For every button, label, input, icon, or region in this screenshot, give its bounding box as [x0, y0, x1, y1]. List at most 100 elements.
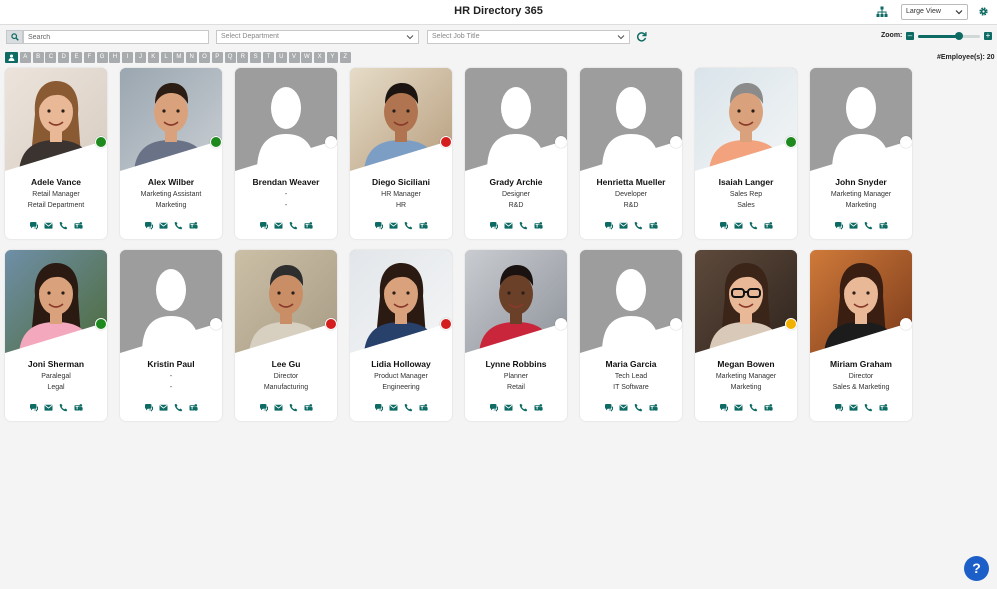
teams-icon[interactable]: [649, 217, 658, 229]
chat-icon[interactable]: [489, 399, 498, 412]
teams-icon[interactable]: [534, 399, 543, 411]
chat-icon[interactable]: [719, 399, 728, 412]
alpha-button-n[interactable]: N: [186, 52, 198, 63]
employee-photo-frame[interactable]: [810, 250, 912, 353]
alpha-button-c[interactable]: C: [45, 52, 57, 63]
employee-card[interactable]: Lidia Holloway Product Manager Engineeri…: [350, 250, 452, 421]
employee-photo-frame[interactable]: [350, 250, 452, 353]
alpha-button-o[interactable]: O: [198, 52, 210, 63]
chat-icon[interactable]: [834, 399, 843, 412]
alpha-button-d[interactable]: D: [58, 52, 70, 63]
mail-icon[interactable]: [274, 399, 283, 411]
teams-icon[interactable]: [879, 399, 888, 411]
alpha-button-y[interactable]: Y: [326, 52, 338, 63]
mail-icon[interactable]: [504, 399, 513, 411]
chat-icon[interactable]: [259, 217, 268, 230]
employee-photo-frame[interactable]: [350, 68, 452, 171]
alpha-button-x[interactable]: X: [314, 52, 326, 63]
employee-photo-frame[interactable]: [695, 68, 797, 171]
employee-photo-frame[interactable]: [5, 68, 107, 171]
teams-icon[interactable]: [304, 217, 313, 229]
employee-card[interactable]: Kristin Paul - -: [120, 250, 222, 421]
chat-icon[interactable]: [374, 217, 383, 230]
phone-icon[interactable]: [519, 399, 528, 412]
phone-icon[interactable]: [634, 399, 643, 412]
phone-icon[interactable]: [749, 217, 758, 230]
employee-photo-frame[interactable]: [235, 250, 337, 353]
mail-icon[interactable]: [389, 399, 398, 411]
phone-icon[interactable]: [404, 217, 413, 230]
employee-name[interactable]: Kristin Paul: [120, 359, 222, 369]
phone-icon[interactable]: [404, 399, 413, 412]
employee-card[interactable]: Isaiah Langer Sales Rep Sales: [695, 68, 797, 239]
employee-photo-frame[interactable]: [465, 250, 567, 353]
alpha-button-e[interactable]: E: [70, 52, 82, 63]
employee-card[interactable]: Adele Vance Retail Manager Retail Depart…: [5, 68, 107, 239]
zoom-slider-thumb[interactable]: [954, 32, 963, 40]
alpha-button-i[interactable]: I: [122, 52, 134, 63]
chat-icon[interactable]: [144, 217, 153, 230]
zoom-slider[interactable]: [918, 35, 980, 38]
refresh-icon[interactable]: [636, 31, 647, 42]
alpha-button-r[interactable]: R: [237, 52, 249, 63]
phone-icon[interactable]: [174, 399, 183, 412]
alpha-button-s[interactable]: S: [250, 52, 262, 63]
teams-icon[interactable]: [879, 217, 888, 229]
employee-photo-frame[interactable]: [5, 250, 107, 353]
mail-icon[interactable]: [734, 399, 743, 411]
alpha-button-w[interactable]: W: [301, 52, 313, 63]
employee-photo-frame[interactable]: [465, 68, 567, 171]
employee-photo-frame[interactable]: [580, 68, 682, 171]
employee-name[interactable]: Megan Bowen: [695, 359, 797, 369]
alpha-button-g[interactable]: G: [96, 52, 108, 63]
employee-name[interactable]: Lynne Robbins: [465, 359, 567, 369]
alpha-button-u[interactable]: U: [275, 52, 287, 63]
alpha-button-h[interactable]: H: [109, 52, 121, 63]
teams-icon[interactable]: [649, 399, 658, 411]
employee-card[interactable]: Megan Bowen Marketing Manager Marketing: [695, 250, 797, 421]
mail-icon[interactable]: [734, 217, 743, 229]
mail-icon[interactable]: [44, 399, 53, 411]
employee-photo-frame[interactable]: [695, 250, 797, 353]
employee-card[interactable]: Brendan Weaver - -: [235, 68, 337, 239]
phone-icon[interactable]: [519, 217, 528, 230]
mail-icon[interactable]: [159, 399, 168, 411]
mail-icon[interactable]: [849, 217, 858, 229]
mail-icon[interactable]: [389, 217, 398, 229]
phone-icon[interactable]: [59, 399, 68, 412]
employee-card[interactable]: Lynne Robbins Planner Retail: [465, 250, 567, 421]
chat-icon[interactable]: [719, 217, 728, 230]
employee-card[interactable]: Miriam Graham Director Sales & Marketing: [810, 250, 912, 421]
employee-name[interactable]: Miriam Graham: [810, 359, 912, 369]
phone-icon[interactable]: [749, 399, 758, 412]
phone-icon[interactable]: [864, 399, 873, 412]
teams-icon[interactable]: [74, 399, 83, 411]
employee-card[interactable]: Joni Sherman Paralegal Legal: [5, 250, 107, 421]
alpha-button-p[interactable]: P: [211, 52, 223, 63]
alpha-button-f[interactable]: F: [83, 52, 95, 63]
alpha-button-m[interactable]: M: [173, 52, 185, 63]
teams-icon[interactable]: [189, 399, 198, 411]
employee-name[interactable]: Joni Sherman: [5, 359, 107, 369]
org-chart-icon[interactable]: [876, 6, 888, 18]
mail-icon[interactable]: [274, 217, 283, 229]
teams-icon[interactable]: [74, 217, 83, 229]
employee-name[interactable]: Adele Vance: [5, 177, 107, 187]
mail-icon[interactable]: [44, 217, 53, 229]
mail-icon[interactable]: [159, 217, 168, 229]
employee-name[interactable]: Lidia Holloway: [350, 359, 452, 369]
employee-photo-frame[interactable]: [120, 250, 222, 353]
employee-photo-frame[interactable]: [120, 68, 222, 171]
mail-icon[interactable]: [619, 217, 628, 229]
chat-icon[interactable]: [29, 399, 38, 412]
alpha-button-v[interactable]: V: [288, 52, 300, 63]
alpha-button-t[interactable]: T: [262, 52, 274, 63]
chat-icon[interactable]: [144, 399, 153, 412]
alpha-button-b[interactable]: B: [32, 52, 44, 63]
alpha-button-k[interactable]: K: [147, 52, 159, 63]
employee-photo-frame[interactable]: [810, 68, 912, 171]
chat-icon[interactable]: [834, 217, 843, 230]
alpha-button-z[interactable]: Z: [339, 52, 351, 63]
alpha-button-a[interactable]: A: [19, 52, 31, 63]
teams-icon[interactable]: [419, 399, 428, 411]
